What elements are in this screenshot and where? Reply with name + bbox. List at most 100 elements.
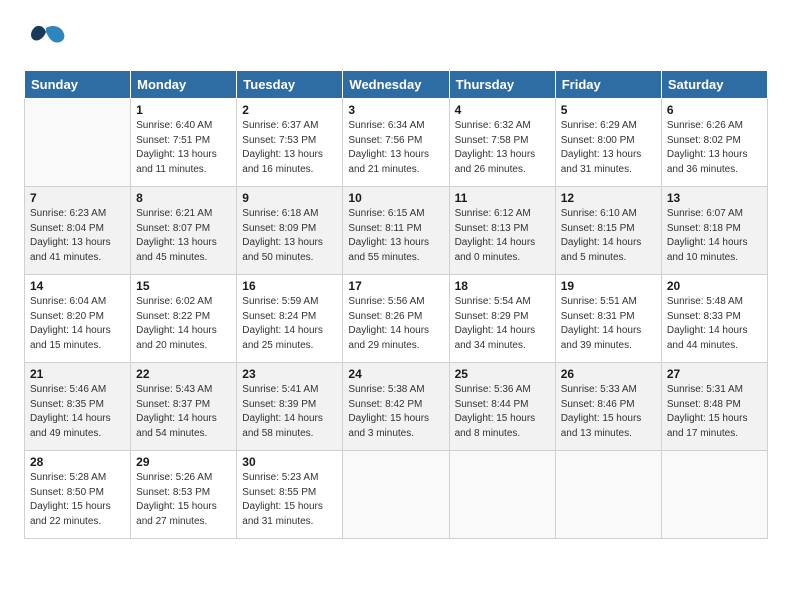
day-detail: Sunrise: 6:29 AMSunset: 8:00 PMDaylight:…	[561, 119, 656, 177]
day-number: 1	[136, 103, 231, 117]
day-cell: 5 Sunrise: 6:29 AMSunset: 8:00 PMDaylight…	[555, 99, 661, 187]
day-cell: 11 Sunrise: 6:12 AMSunset: 8:13 PMDayligh…	[449, 187, 555, 275]
day-detail: Sunrise: 6:04 AMSunset: 8:20 PMDaylight:…	[30, 295, 125, 353]
day-cell: 16 Sunrise: 5:59 AMSunset: 8:24 PMDayligh…	[237, 275, 343, 363]
day-detail: Sunrise: 5:54 AMSunset: 8:29 PMDaylight:…	[455, 295, 550, 353]
day-number: 15	[136, 279, 231, 293]
day-cell: 21 Sunrise: 5:46 AMSunset: 8:35 PMDayligh…	[25, 363, 131, 451]
day-cell: 10 Sunrise: 6:15 AMSunset: 8:11 PMDayligh…	[343, 187, 449, 275]
day-detail: Sunrise: 6:15 AMSunset: 8:11 PMDaylight:…	[348, 207, 443, 265]
day-number: 30	[242, 455, 337, 469]
week-row-5: 28 Sunrise: 5:28 AMSunset: 8:50 PMDayligh…	[25, 451, 768, 539]
day-cell: 9 Sunrise: 6:18 AMSunset: 8:09 PMDaylight…	[237, 187, 343, 275]
day-cell	[343, 451, 449, 539]
day-cell: 28 Sunrise: 5:28 AMSunset: 8:50 PMDayligh…	[25, 451, 131, 539]
weekday-header-row: SundayMondayTuesdayWednesdayThursdayFrid…	[25, 71, 768, 99]
day-detail: Sunrise: 6:18 AMSunset: 8:09 PMDaylight:…	[242, 207, 337, 265]
day-cell: 14 Sunrise: 6:04 AMSunset: 8:20 PMDayligh…	[25, 275, 131, 363]
week-row-2: 7 Sunrise: 6:23 AMSunset: 8:04 PMDaylight…	[25, 187, 768, 275]
day-cell	[25, 99, 131, 187]
day-cell: 26 Sunrise: 5:33 AMSunset: 8:46 PMDayligh…	[555, 363, 661, 451]
calendar-table: SundayMondayTuesdayWednesdayThursdayFrid…	[24, 70, 768, 539]
weekday-header-monday: Monday	[131, 71, 237, 99]
day-cell: 27Sunrise: 5:31 AMSunset: 8:48 PMDayligh…	[661, 363, 767, 451]
day-number: 10	[348, 191, 443, 205]
day-number: 27	[667, 367, 762, 381]
day-detail: Sunrise: 5:33 AMSunset: 8:46 PMDaylight:…	[561, 383, 656, 441]
day-detail: Sunrise: 5:36 AMSunset: 8:44 PMDaylight:…	[455, 383, 550, 441]
header	[24, 20, 768, 64]
day-detail: Sunrise: 5:43 AMSunset: 8:37 PMDaylight:…	[136, 383, 231, 441]
day-detail: Sunrise: 6:07 AMSunset: 8:18 PMDaylight:…	[667, 207, 762, 265]
day-cell: 29 Sunrise: 5:26 AMSunset: 8:53 PMDayligh…	[131, 451, 237, 539]
day-detail: Sunrise: 6:34 AMSunset: 7:56 PMDaylight:…	[348, 119, 443, 177]
day-detail: Sunrise: 6:40 AMSunset: 7:51 PMDaylight:…	[136, 119, 231, 177]
day-number: 4	[455, 103, 550, 117]
weekday-header-tuesday: Tuesday	[237, 71, 343, 99]
day-cell	[555, 451, 661, 539]
day-number: 12	[561, 191, 656, 205]
day-detail: Sunrise: 5:59 AMSunset: 8:24 PMDaylight:…	[242, 295, 337, 353]
day-number: 25	[455, 367, 550, 381]
day-detail: Sunrise: 5:41 AMSunset: 8:39 PMDaylight:…	[242, 383, 337, 441]
day-detail: Sunrise: 6:12 AMSunset: 8:13 PMDaylight:…	[455, 207, 550, 265]
day-number: 8	[136, 191, 231, 205]
weekday-header-saturday: Saturday	[661, 71, 767, 99]
day-detail: Sunrise: 6:02 AMSunset: 8:22 PMDaylight:…	[136, 295, 231, 353]
logo-icon	[24, 20, 68, 64]
week-row-1: 1 Sunrise: 6:40 AMSunset: 7:51 PMDaylight…	[25, 99, 768, 187]
day-cell: 18 Sunrise: 5:54 AMSunset: 8:29 PMDayligh…	[449, 275, 555, 363]
day-cell: 23Sunrise: 5:41 AMSunset: 8:39 PMDayligh…	[237, 363, 343, 451]
day-detail: Sunrise: 6:23 AMSunset: 8:04 PMDaylight:…	[30, 207, 125, 265]
day-cell: 8 Sunrise: 6:21 AMSunset: 8:07 PMDaylight…	[131, 187, 237, 275]
day-cell: 20 Sunrise: 5:48 AMSunset: 8:33 PMDayligh…	[661, 275, 767, 363]
day-cell	[449, 451, 555, 539]
week-row-3: 14 Sunrise: 6:04 AMSunset: 8:20 PMDayligh…	[25, 275, 768, 363]
day-number: 7	[30, 191, 125, 205]
day-cell: 22 Sunrise: 5:43 AMSunset: 8:37 PMDayligh…	[131, 363, 237, 451]
day-number: 11	[455, 191, 550, 205]
day-detail: Sunrise: 5:48 AMSunset: 8:33 PMDaylight:…	[667, 295, 762, 353]
day-cell: 25 Sunrise: 5:36 AMSunset: 8:44 PMDayligh…	[449, 363, 555, 451]
day-detail: Sunrise: 5:28 AMSunset: 8:50 PMDaylight:…	[30, 471, 125, 529]
day-number: 2	[242, 103, 337, 117]
day-detail: Sunrise: 6:10 AMSunset: 8:15 PMDaylight:…	[561, 207, 656, 265]
day-number: 28	[30, 455, 125, 469]
day-number: 14	[30, 279, 125, 293]
day-detail: Sunrise: 6:32 AMSunset: 7:58 PMDaylight:…	[455, 119, 550, 177]
day-cell	[661, 451, 767, 539]
day-cell: 3Sunrise: 6:34 AMSunset: 7:56 PMDaylight…	[343, 99, 449, 187]
weekday-header-friday: Friday	[555, 71, 661, 99]
day-cell: 7 Sunrise: 6:23 AMSunset: 8:04 PMDaylight…	[25, 187, 131, 275]
day-cell: 1 Sunrise: 6:40 AMSunset: 7:51 PMDaylight…	[131, 99, 237, 187]
weekday-header-thursday: Thursday	[449, 71, 555, 99]
day-cell: 15 Sunrise: 6:02 AMSunset: 8:22 PMDayligh…	[131, 275, 237, 363]
day-number: 5	[561, 103, 656, 117]
weekday-header-wednesday: Wednesday	[343, 71, 449, 99]
week-row-4: 21 Sunrise: 5:46 AMSunset: 8:35 PMDayligh…	[25, 363, 768, 451]
day-detail: Sunrise: 6:21 AMSunset: 8:07 PMDaylight:…	[136, 207, 231, 265]
day-number: 22	[136, 367, 231, 381]
day-number: 29	[136, 455, 231, 469]
day-number: 16	[242, 279, 337, 293]
day-number: 24	[348, 367, 443, 381]
day-cell: 4 Sunrise: 6:32 AMSunset: 7:58 PMDaylight…	[449, 99, 555, 187]
day-number: 21	[30, 367, 125, 381]
day-detail: Sunrise: 5:26 AMSunset: 8:53 PMDaylight:…	[136, 471, 231, 529]
day-cell: 17Sunrise: 5:56 AMSunset: 8:26 PMDayligh…	[343, 275, 449, 363]
day-number: 20	[667, 279, 762, 293]
day-number: 18	[455, 279, 550, 293]
day-cell: 24 Sunrise: 5:38 AMSunset: 8:42 PMDayligh…	[343, 363, 449, 451]
day-number: 6	[667, 103, 762, 117]
day-detail: Sunrise: 5:38 AMSunset: 8:42 PMDaylight:…	[348, 383, 443, 441]
day-cell: 13 Sunrise: 6:07 AMSunset: 8:18 PMDayligh…	[661, 187, 767, 275]
day-detail: Sunrise: 6:26 AMSunset: 8:02 PMDaylight:…	[667, 119, 762, 177]
day-detail: Sunrise: 5:56 AMSunset: 8:26 PMDaylight:…	[348, 295, 443, 353]
day-number: 26	[561, 367, 656, 381]
day-detail: Sunrise: 5:51 AMSunset: 8:31 PMDaylight:…	[561, 295, 656, 353]
day-cell: 2 Sunrise: 6:37 AMSunset: 7:53 PMDaylight…	[237, 99, 343, 187]
day-number: 9	[242, 191, 337, 205]
day-number: 13	[667, 191, 762, 205]
day-detail: Sunrise: 6:37 AMSunset: 7:53 PMDaylight:…	[242, 119, 337, 177]
day-detail: Sunrise: 5:46 AMSunset: 8:35 PMDaylight:…	[30, 383, 125, 441]
